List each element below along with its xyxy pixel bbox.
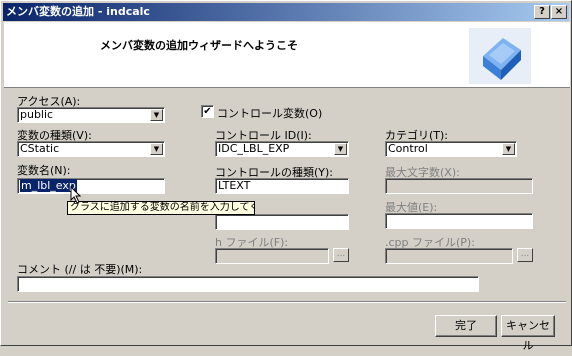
category-combo[interactable]: Control ▼: [385, 141, 517, 157]
tooltip: クラスに追加する変数の名前を入力してください。: [67, 201, 255, 215]
wizard-cube-icon: [469, 28, 531, 84]
chevron-down-icon[interactable]: ▼: [150, 143, 163, 155]
wizard-header: メンバ変数の追加ウィザードへようこそ: [4, 22, 570, 88]
min-value-field[interactable]: [215, 214, 349, 230]
max-value-field[interactable]: [385, 213, 533, 229]
var-type-value: CStatic: [20, 142, 60, 155]
window-title: メンバ変数の追加 - indcalc: [6, 5, 150, 18]
control-var-label: コントロール変数(O): [217, 107, 323, 120]
control-id-combo[interactable]: IDC_LBL_EXP ▼: [215, 141, 349, 157]
cpp-file-field[interactable]: [385, 248, 513, 264]
divider: [8, 301, 566, 303]
h-file-browse-button[interactable]: ...: [333, 248, 349, 262]
chevron-down-icon[interactable]: ▼: [502, 143, 515, 155]
var-name-value: m_lbl_exp: [20, 179, 77, 192]
wizard-dialog: メンバ変数の追加 - indcalc ? × メンバ変数の追加ウィザードへようこ…: [0, 0, 572, 352]
access-combo[interactable]: public ▼: [17, 107, 165, 123]
help-button[interactable]: ?: [534, 5, 550, 19]
finish-button[interactable]: 完了: [435, 315, 497, 337]
var-name-label: 変数名(N):: [17, 164, 71, 177]
cancel-button[interactable]: キャンセル: [501, 315, 555, 352]
chevron-down-icon[interactable]: ▼: [334, 143, 347, 155]
control-id-value: IDC_LBL_EXP: [218, 142, 290, 155]
cpp-file-browse-button[interactable]: ...: [517, 248, 533, 262]
max-chars-field[interactable]: [385, 178, 533, 194]
var-name-input[interactable]: m_lbl_exp: [17, 178, 165, 194]
h-file-field[interactable]: [215, 248, 329, 264]
header-title: メンバ変数の追加ウィザードへようこそ: [100, 39, 298, 52]
category-value: Control: [388, 142, 428, 155]
control-type-field[interactable]: LTEXT: [215, 178, 349, 194]
mouse-cursor-icon: [70, 186, 82, 204]
var-type-combo[interactable]: CStatic ▼: [17, 141, 165, 157]
comment-input[interactable]: [17, 276, 479, 292]
access-value: public: [20, 108, 54, 121]
comment-label: コメント (// は 不要)(M):: [17, 263, 143, 276]
title-bar: メンバ変数の追加 - indcalc: [3, 3, 569, 21]
chevron-down-icon[interactable]: ▼: [150, 109, 163, 121]
close-button[interactable]: ×: [551, 5, 567, 19]
control-var-checkbox[interactable]: ✔: [201, 105, 214, 118]
